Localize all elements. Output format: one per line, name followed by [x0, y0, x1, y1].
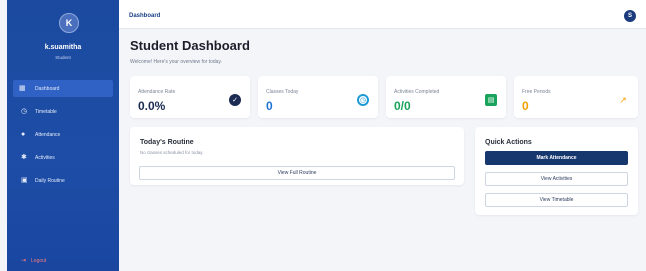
top-bar: Dashboard S	[119, 0, 646, 29]
routine-empty-text: No classes scheduled for today.	[140, 150, 204, 155]
quick-actions-card: Quick Actions Mark Attendance View Activ…	[475, 127, 638, 215]
sidebar-item-label: Activities	[35, 154, 55, 161]
profile-avatar[interactable]: S	[624, 10, 636, 22]
logout-icon: ⇥	[21, 258, 27, 264]
stat-value: 0.0%	[138, 99, 166, 113]
sidebar-item-attendance[interactable]: ● Attendance	[7, 126, 119, 143]
sidebar-item-label: Timetable	[35, 108, 57, 115]
check-circle-icon: ●	[21, 131, 26, 138]
grid-icon: ▦	[19, 85, 26, 92]
view-timetable-button[interactable]: View Timetable	[485, 193, 628, 207]
todays-routine-card: Today's Routine No classes scheduled for…	[130, 127, 464, 185]
section-title: Today's Routine	[140, 139, 194, 146]
stat-card-attendance-rate: Attendance Rate 0.0% ✓	[130, 76, 250, 118]
stat-label: Attendance Rate	[138, 89, 176, 95]
section-title: Quick Actions	[485, 139, 532, 146]
stat-card-classes-today: Classes Today 0 ◷	[258, 76, 378, 118]
calendar-icon: ▣	[21, 177, 28, 184]
stat-card-free-periods: Free Periods 0 ↗	[514, 76, 638, 118]
stat-value: 0/0	[394, 99, 411, 113]
sidebar-item-dashboard[interactable]: ▦ Dashboard	[13, 80, 113, 97]
stat-label: Classes Today	[266, 89, 299, 95]
clock-icon: ◷	[21, 108, 28, 115]
gear-icon: ✱	[21, 154, 27, 161]
clock-icon: ◷	[357, 94, 369, 106]
stat-label: Activities Completed	[394, 89, 440, 95]
stat-value: 0	[522, 99, 529, 113]
breadcrumb: Dashboard	[129, 13, 161, 19]
sidebar-item-timetable[interactable]: ◷ Timetable	[7, 103, 119, 120]
sidebar-item-activities[interactable]: ✱ Activities	[7, 149, 119, 166]
page-subtitle: Welcome! Here's your overview for today.	[130, 59, 222, 65]
view-activities-button[interactable]: View Activities	[485, 172, 628, 186]
user-role: Student	[55, 55, 71, 60]
task-icon: ▤	[485, 94, 497, 106]
sidebar-nav: ▦ Dashboard ◷ Timetable ● Attendance ✱ A…	[7, 80, 119, 195]
trending-up-icon: ↗	[619, 94, 627, 105]
page-title: Student Dashboard	[130, 38, 250, 53]
mark-attendance-button[interactable]: Mark Attendance	[485, 151, 628, 165]
stat-label: Free Periods	[522, 89, 551, 95]
logout-label: Logout	[31, 257, 47, 264]
logout-link[interactable]: ⇥ Logout	[21, 257, 47, 265]
sidebar-item-label: Dashboard	[35, 85, 60, 92]
sidebar-item-label: Daily Routine	[35, 177, 65, 184]
sidebar-item-daily-routine[interactable]: ▣ Daily Routine	[7, 172, 119, 189]
user-name: k.suamitha	[44, 44, 82, 51]
check-badge-icon: ✓	[229, 94, 241, 106]
stat-card-activities-completed: Activities Completed 0/0 ▤	[386, 76, 506, 118]
stat-value: 0	[266, 99, 273, 113]
sidebar-item-label: Attendance	[35, 131, 61, 138]
user-avatar[interactable]: K	[59, 13, 79, 33]
sidebar: K k.suamitha Student ▦ Dashboard ◷ Timet…	[7, 0, 119, 271]
view-full-routine-button[interactable]: View Full Routine	[139, 166, 455, 180]
